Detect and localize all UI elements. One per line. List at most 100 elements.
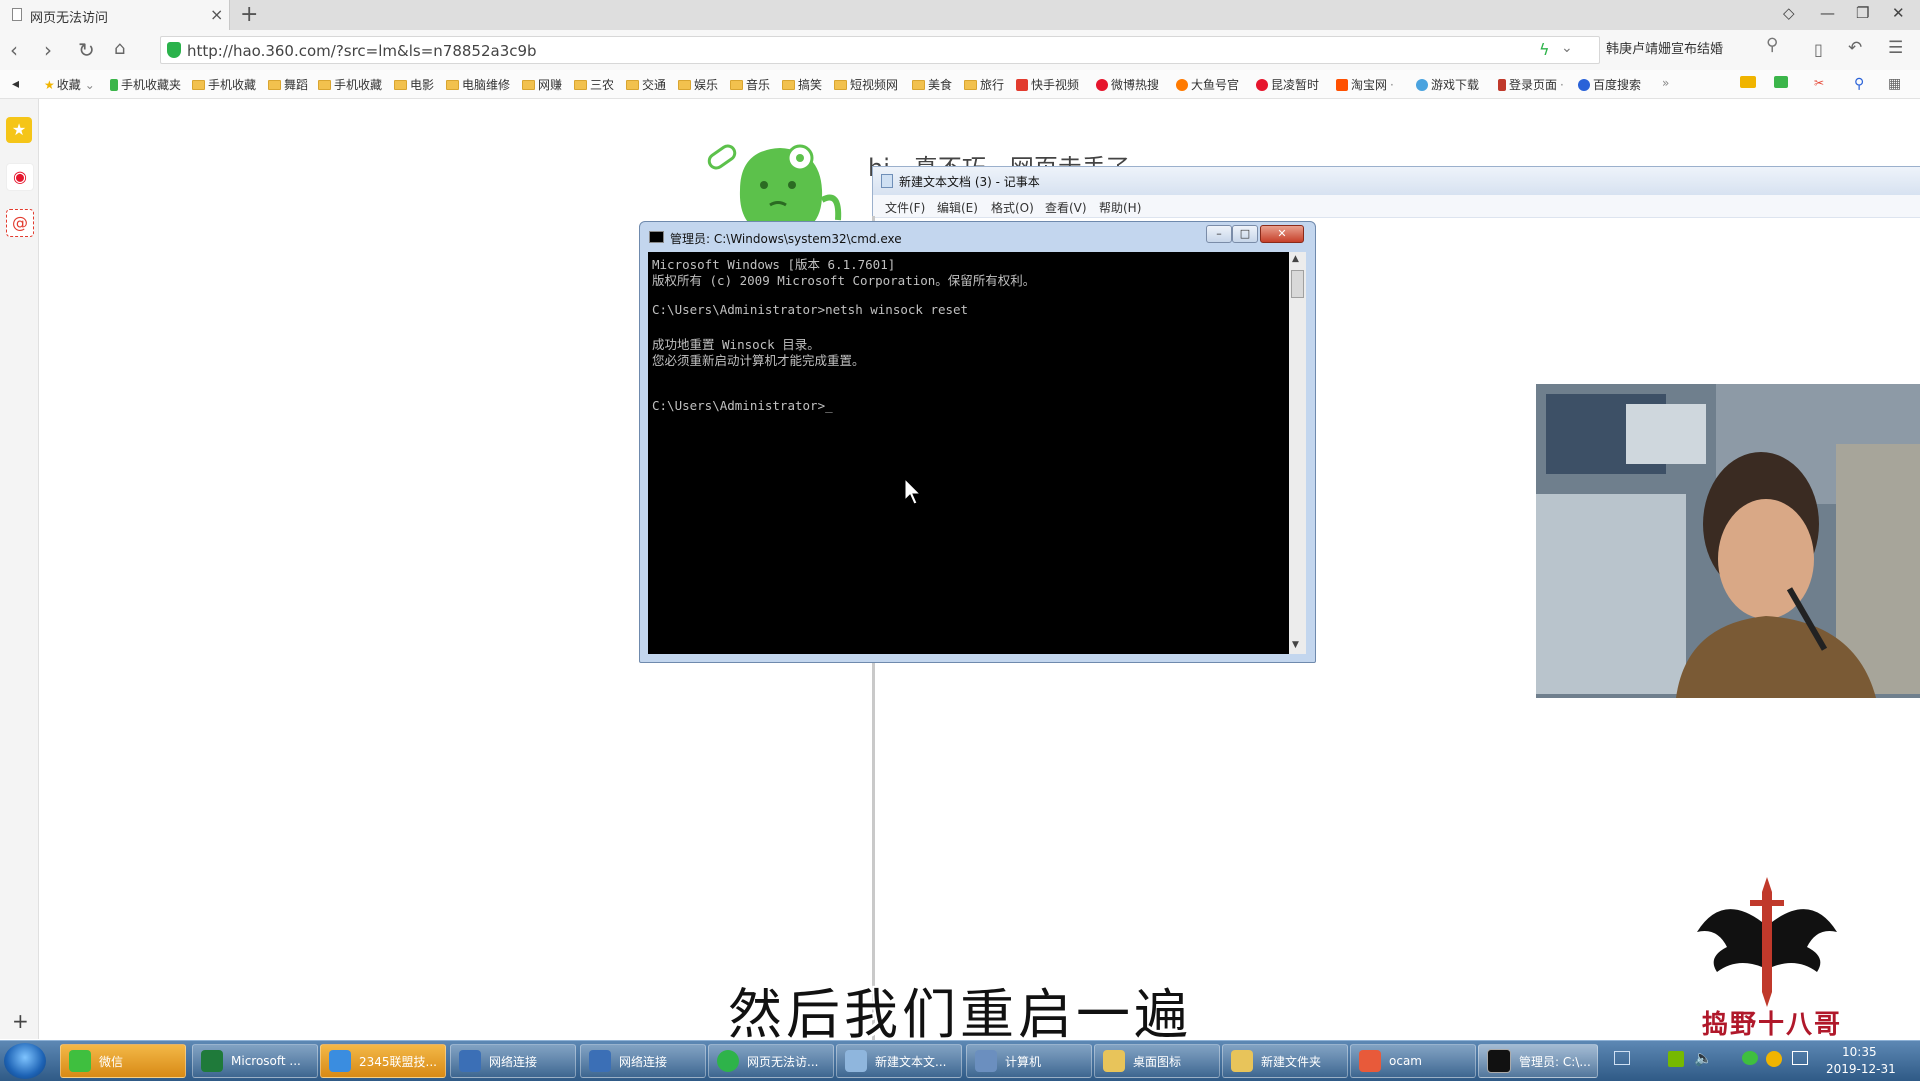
new-tab-button[interactable]: + (240, 2, 258, 27)
restore-button[interactable]: ❐ (1856, 4, 1869, 22)
taskbar-item[interactable]: 桌面图标 (1094, 1044, 1220, 1078)
taskbar-item-active[interactable]: 管理员: C:\... (1478, 1044, 1598, 1078)
translate-icon[interactable] (1774, 76, 1791, 88)
bookmarks-bar: ◂ ★ 收藏 ⌄ 手机收藏夹 手机收藏 舞蹈 手机收藏 电影 电脑维修 网赚 三农 … (0, 70, 1920, 99)
folder-icon (446, 79, 459, 90)
bookmark-item[interactable]: 百度搜索 (1578, 76, 1641, 93)
favorites-star-icon[interactable]: ★ (6, 117, 32, 143)
cmd-scrollbar[interactable]: ▲ ▼ (1289, 252, 1306, 654)
bookmark-folder[interactable]: 网赚 (522, 76, 562, 93)
windows-taskbar: 微信 Microsoft ... 2345联盟技... 网络连接 网络连接 网页… (0, 1040, 1920, 1081)
taskbar-item[interactable]: 计算机 (966, 1044, 1092, 1078)
bookmark-folder[interactable]: 短视频网 (834, 76, 898, 93)
taskbar-item[interactable]: 网络连接 (450, 1044, 576, 1078)
bookmark-folder[interactable]: 搞笑 (782, 76, 822, 93)
bookmark-item[interactable]: 登录页面 · (1498, 76, 1564, 93)
taskbar-item[interactable]: 新建文件夹 (1222, 1044, 1348, 1078)
volume-icon[interactable]: 🔈 (1694, 1049, 1713, 1067)
bookmark-item[interactable]: 快手视频 (1016, 76, 1079, 93)
taskbar-item[interactable]: 2345联盟技... (320, 1044, 446, 1078)
bookmark-favorites[interactable]: ★ 收藏 ⌄ (44, 76, 95, 93)
cmd-window[interactable]: 管理员: C:\Windows\system32\cmd.exe – □ ✕ M… (639, 221, 1316, 663)
scroll-down-icon[interactable]: ▼ (1292, 640, 1299, 650)
bookmark-item[interactable]: 大鱼号官 (1176, 76, 1239, 93)
scroll-thumb[interactable] (1291, 270, 1304, 298)
url-text[interactable]: http://hao.360.com/?src=lm&ls=n78852a3c9… (187, 42, 537, 60)
taskbar-item[interactable]: Microsoft ... (192, 1044, 318, 1078)
taskbar-item[interactable]: 网页无法访... (708, 1044, 834, 1078)
bookmark-folder[interactable]: 美食 (912, 76, 952, 93)
bookmark-folder[interactable]: 娱乐 (678, 76, 718, 93)
bookmark-folder[interactable]: 旅行 (964, 76, 1004, 93)
folder-icon (678, 79, 691, 90)
clock-time[interactable]: 10:35 (1842, 1045, 1877, 1059)
close-window-button[interactable]: ✕ (1892, 4, 1905, 22)
clock-date[interactable]: 2019-12-31 (1826, 1062, 1896, 1076)
bookmark-item[interactable]: 微博热搜 (1096, 76, 1159, 93)
folder-icon (730, 79, 743, 90)
security-icon[interactable] (1766, 1051, 1782, 1067)
reload-icon[interactable]: ↻ (78, 38, 95, 62)
reading-mode-icon[interactable]: ▯ (1814, 40, 1823, 59)
keyboard-icon[interactable] (1614, 1051, 1630, 1065)
taskbar-item[interactable]: ocam (1350, 1044, 1476, 1078)
weibo-icon[interactable]: ◉ (6, 163, 34, 191)
bookmark-folder[interactable]: 交通 (626, 76, 666, 93)
taskbar-item[interactable]: 网络连接 (580, 1044, 706, 1078)
menu-help[interactable]: 帮助(H) (1099, 199, 1141, 216)
console-output[interactable]: Microsoft Windows [版本 6.1.7601] 版权所有 (c)… (648, 252, 1289, 654)
bookmark-folder[interactable]: 电脑维修 (446, 76, 510, 93)
bookmark-folder[interactable]: 三农 (574, 76, 614, 93)
bookmark-folder[interactable]: 舞蹈 (268, 76, 308, 93)
more-bookmarks-icon[interactable]: » (1662, 76, 1669, 90)
menu-edit[interactable]: 编辑(E) (937, 199, 978, 216)
forward-icon[interactable]: › (44, 38, 52, 62)
browser-tab[interactable]: 网页无法访问 × (0, 0, 230, 30)
grid-icon[interactable]: ▦ (1888, 76, 1901, 92)
bookmark-item[interactable]: 淘宝网 · (1336, 76, 1394, 93)
collapse-sidebar-icon[interactable]: ◂ (12, 76, 19, 92)
address-bar[interactable]: http://hao.360.com/?src=lm&ls=n78852a3c9… (160, 36, 1600, 64)
home-icon[interactable]: ⌂ (114, 38, 125, 59)
bookmark-folder[interactable]: 音乐 (730, 76, 770, 93)
cmd-minimize-button[interactable]: – (1206, 225, 1232, 243)
bookmark-item[interactable]: 游戏下载 (1416, 76, 1479, 93)
wechat-tray-icon[interactable] (1742, 1051, 1758, 1065)
network-tray-icon[interactable] (1792, 1051, 1808, 1065)
bookmark-item[interactable]: 昆凌暂时 (1256, 76, 1319, 93)
cmd-close-button[interactable]: ✕ (1260, 225, 1304, 243)
mail-at-icon[interactable]: @ (6, 209, 34, 237)
video-subtitle: 然后我们重启一遍 (728, 983, 1192, 1046)
search-icon[interactable]: ⚲ (1766, 35, 1778, 55)
menu-icon[interactable]: ☰ (1888, 38, 1903, 58)
extension-icon[interactable] (1740, 76, 1759, 88)
tab-title: 网页无法访问 (30, 11, 109, 26)
zoom-icon[interactable]: ⚲ (1854, 76, 1864, 92)
scissors-icon[interactable]: ✂ (1814, 76, 1824, 90)
bookmark-folder[interactable]: 手机收藏 (192, 76, 256, 93)
menu-file[interactable]: 文件(F) (885, 199, 925, 216)
folder-icon (912, 79, 925, 90)
menu-view[interactable]: 查看(V) (1045, 199, 1087, 216)
start-button[interactable] (4, 1043, 46, 1079)
close-tab-icon[interactable]: × (210, 5, 223, 24)
console-icon (649, 231, 664, 243)
scroll-up-icon[interactable]: ▲ (1292, 254, 1299, 264)
bookmark-folder[interactable]: 手机收藏 (318, 76, 382, 93)
taskbar-item[interactable]: 新建文本文... (836, 1044, 962, 1078)
notepad-titlebar[interactable]: 新建文本文档 (3) - 记事本 (873, 167, 1920, 195)
menu-format[interactable]: 格式(O) (991, 199, 1034, 216)
chevron-down-icon[interactable]: ⌄ (1561, 40, 1573, 56)
nvidia-icon[interactable] (1668, 1051, 1684, 1067)
bookmark-folder[interactable]: 电影 (394, 76, 434, 93)
cmd-titlebar[interactable]: 管理员: C:\Windows\system32\cmd.exe – □ ✕ (640, 222, 1315, 252)
cmd-maximize-button[interactable]: □ (1232, 225, 1258, 243)
skin-icon[interactable]: ◇ (1783, 4, 1795, 22)
taskbar-item[interactable]: 微信 (60, 1044, 186, 1078)
back-icon[interactable]: ‹ (10, 38, 18, 62)
minimize-button[interactable]: — (1820, 4, 1835, 22)
bookmark-item[interactable]: 手机收藏夹 (110, 76, 181, 93)
hot-search-text[interactable]: 韩庚卢靖姗宣布结婚 (1606, 38, 1723, 57)
undo-icon[interactable]: ↶ (1848, 38, 1862, 58)
speed-mode-icon[interactable]: ϟ (1539, 40, 1550, 59)
